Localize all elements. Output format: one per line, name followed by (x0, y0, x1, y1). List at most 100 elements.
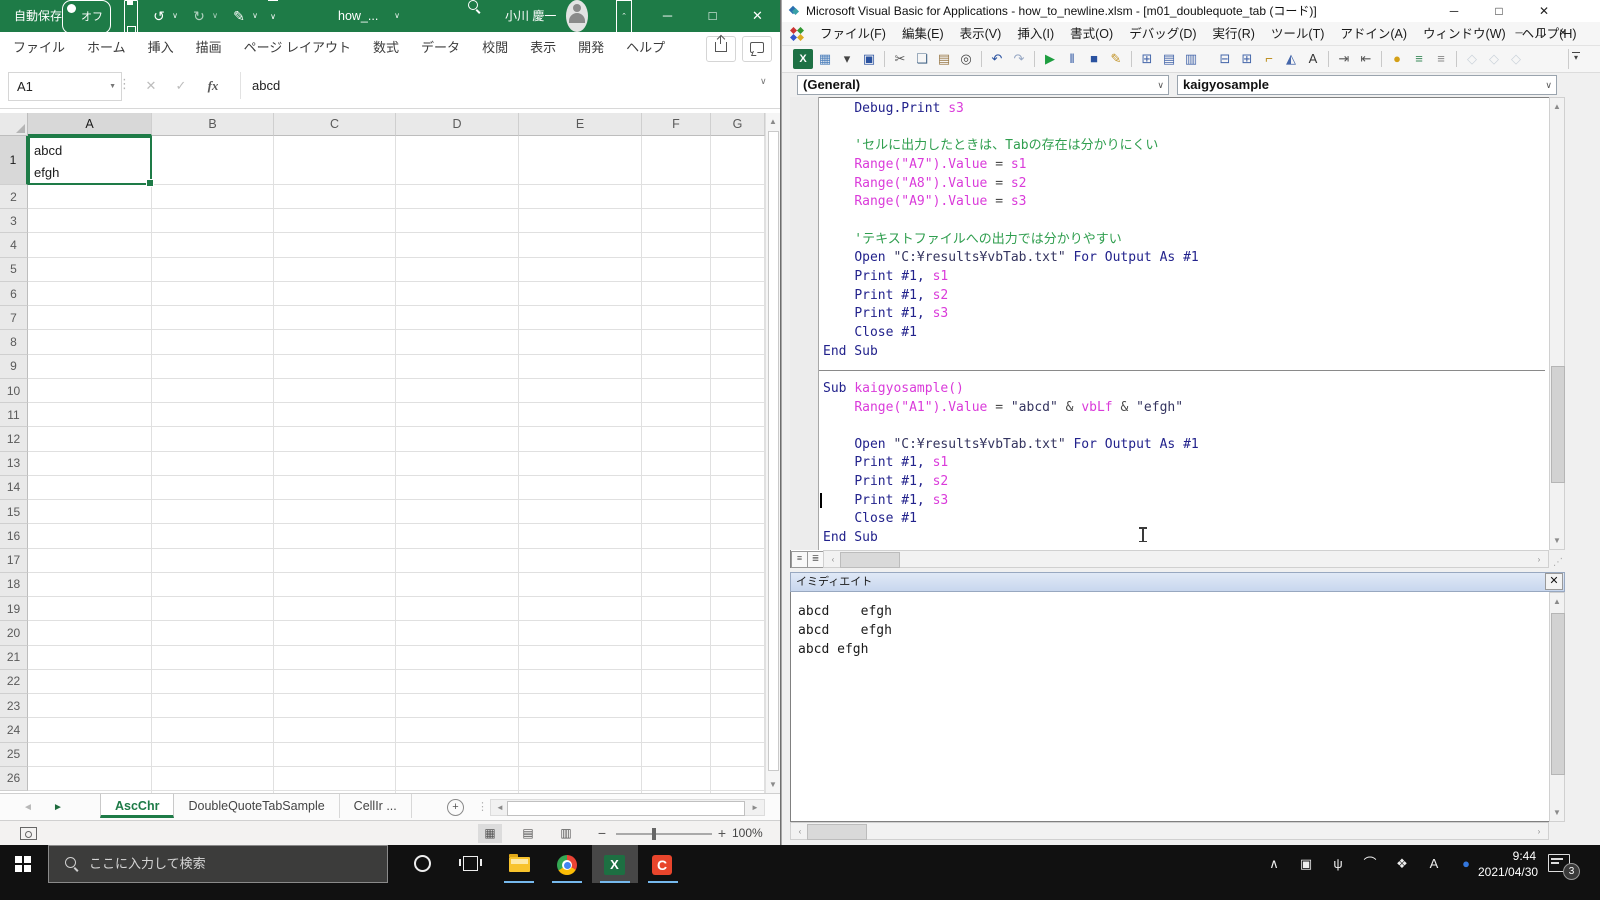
scroll-up-icon[interactable]: ▲ (766, 117, 780, 126)
name-box[interactable]: A1▼ (8, 72, 122, 101)
new-sheet-button[interactable]: + (447, 799, 464, 816)
row-header-11[interactable]: 11 (0, 403, 28, 427)
row-header-10[interactable]: 10 (0, 379, 28, 403)
immediate-window-titlebar[interactable]: イミディエイト (790, 572, 1565, 592)
vba-minimize-button[interactable]: ─ (1437, 0, 1471, 22)
camtasia-button[interactable]: C (640, 845, 686, 883)
select-all-corner[interactable] (0, 113, 28, 136)
project-explorer-icon[interactable]: ⊞ (1137, 49, 1157, 69)
file-explorer-button[interactable] (496, 845, 542, 883)
immediate-window[interactable] (790, 592, 1565, 822)
chrome-button[interactable] (544, 845, 590, 883)
row-header-2[interactable]: 2 (0, 185, 28, 209)
row-header-25[interactable]: 25 (0, 743, 28, 767)
column-header-D[interactable]: D (396, 113, 519, 136)
menu-item-0[interactable]: ファイル(F) (812, 22, 894, 46)
pen-mode-icon[interactable]: ✎ (228, 0, 250, 32)
worksheet-grid[interactable]: ABCDEFG123456789101112131415161718192021… (0, 113, 765, 793)
cut-icon[interactable]: ✂ (890, 49, 910, 69)
avatar[interactable] (566, 0, 588, 32)
undo-dropdown-icon[interactable]: ∨ (170, 0, 180, 32)
comments-button[interactable] (742, 36, 772, 62)
ribbon-tab-3[interactable]: 描画 (185, 32, 233, 64)
save-icon[interactable] (124, 0, 138, 34)
menu-item-9[interactable]: ウィンドウ(W) (1415, 22, 1514, 46)
menu-item-3[interactable]: 挿入(I) (1009, 22, 1062, 46)
row-header-13[interactable]: 13 (0, 452, 28, 476)
view-excel-icon[interactable]: X (793, 49, 813, 69)
mdi-minimize-icon[interactable]: ─ (1510, 26, 1528, 42)
ribbon-tab-0[interactable]: ファイル (2, 32, 76, 64)
uncomment-block-icon[interactable]: ≡ (1431, 49, 1451, 69)
comment-block-icon[interactable]: ≡ (1409, 49, 1429, 69)
row-header-3[interactable]: 3 (0, 209, 28, 233)
menu-item-6[interactable]: 実行(R) (1205, 22, 1263, 46)
column-header-B[interactable]: B (152, 113, 274, 136)
scroll-thumb[interactable] (1551, 613, 1565, 775)
ribbon-tab-7[interactable]: 校閲 (471, 32, 519, 64)
immediate-horizontal-scrollbar[interactable]: ‹ › (790, 822, 1549, 840)
document-title[interactable]: how_... (338, 0, 378, 32)
undo-icon[interactable]: ↶ (987, 49, 1007, 69)
ribbon-tab-9[interactable]: 開発 (567, 32, 615, 64)
full-module-view-icon[interactable]: ≣ (807, 551, 824, 568)
mdi-restore-icon[interactable]: ❐ (1532, 26, 1550, 42)
ribbon-tab-1[interactable]: ホーム (76, 32, 137, 64)
scroll-thumb[interactable] (807, 824, 867, 840)
list-properties-icon[interactable]: ⊟ (1215, 49, 1235, 69)
taskbar-search-input[interactable]: ここに入力して検索 (48, 845, 388, 883)
selected-cell-a1[interactable]: abcdefgh (28, 136, 152, 185)
wifi-icon[interactable]: ⌒ (1354, 845, 1386, 883)
page-break-view-icon[interactable]: ▥ (554, 824, 578, 843)
column-header-C[interactable]: C (274, 113, 396, 136)
row-header-24[interactable]: 24 (0, 718, 28, 742)
formula-bar-expand-icon[interactable]: ∨ (760, 76, 767, 87)
ribbon-tab-10[interactable]: ヘルプ (615, 32, 676, 64)
ime-mode-icon[interactable]: A (1418, 845, 1450, 883)
sheet-prev-icon[interactable]: ◄ (18, 794, 38, 821)
code-margin-bar[interactable] (790, 97, 819, 550)
toolbar-options-icon[interactable]: ▾ (1568, 49, 1583, 69)
quick-info-icon[interactable]: ⌐ (1259, 49, 1279, 69)
sheet-tab-1[interactable]: DoubleQuoteTabSample (174, 794, 339, 818)
menu-item-1[interactable]: 編集(E) (894, 22, 952, 46)
complete-word-icon[interactable]: A (1303, 49, 1323, 69)
run-icon[interactable]: ▶ (1040, 49, 1060, 69)
macro-recording-icon[interactable] (20, 827, 37, 840)
autosave-toggle[interactable]: オフ (62, 0, 111, 34)
menu-item-8[interactable]: アドイン(A) (1332, 22, 1415, 46)
vba-close-button[interactable]: ✕ (1527, 0, 1561, 22)
start-button[interactable] (0, 845, 48, 883)
excel-taskbar-button[interactable]: X (592, 845, 638, 883)
taskbar-clock[interactable]: 9:442021/04/30 (1478, 848, 1536, 880)
scroll-up-icon[interactable]: ▲ (1550, 102, 1564, 111)
column-header-A[interactable]: A (28, 113, 152, 136)
row-header-4[interactable]: 4 (0, 233, 28, 257)
minimize-button[interactable]: ─ (645, 0, 690, 32)
sheet-next-icon[interactable]: ► (48, 794, 68, 821)
row-header-9[interactable]: 9 (0, 355, 28, 379)
find-icon[interactable]: ◎ (956, 49, 976, 69)
scroll-left-icon[interactable]: ‹ (826, 555, 840, 564)
scroll-up-icon[interactable]: ▲ (1550, 597, 1564, 606)
normal-view-icon[interactable]: ▦ (478, 824, 502, 843)
zoom-slider-thumb[interactable] (652, 828, 656, 840)
scroll-down-icon[interactable]: ▼ (1550, 808, 1564, 817)
code-vertical-scrollbar[interactable]: ▲ ▼ (1549, 97, 1565, 550)
immediate-close-icon[interactable]: ✕ (1545, 573, 1563, 590)
scroll-thumb[interactable] (768, 131, 779, 771)
zoom-in-icon[interactable]: + (712, 822, 732, 845)
row-header-21[interactable]: 21 (0, 646, 28, 670)
break-icon[interactable]: ‖ (1062, 49, 1082, 69)
fill-handle[interactable] (146, 179, 154, 187)
scroll-thumb[interactable] (840, 552, 900, 568)
row-header-5[interactable]: 5 (0, 258, 28, 282)
bookmark-prev-icon[interactable]: ◇ (1506, 49, 1526, 69)
toggle-breakpoint-icon[interactable]: ● (1387, 49, 1407, 69)
row-header-26[interactable]: 26 (0, 767, 28, 791)
outdent-icon[interactable]: ⇤ (1356, 49, 1376, 69)
scroll-right-icon[interactable]: › (1532, 827, 1546, 836)
row-header-20[interactable]: 20 (0, 621, 28, 645)
column-header-F[interactable]: F (642, 113, 711, 136)
row-header-15[interactable]: 15 (0, 500, 28, 524)
